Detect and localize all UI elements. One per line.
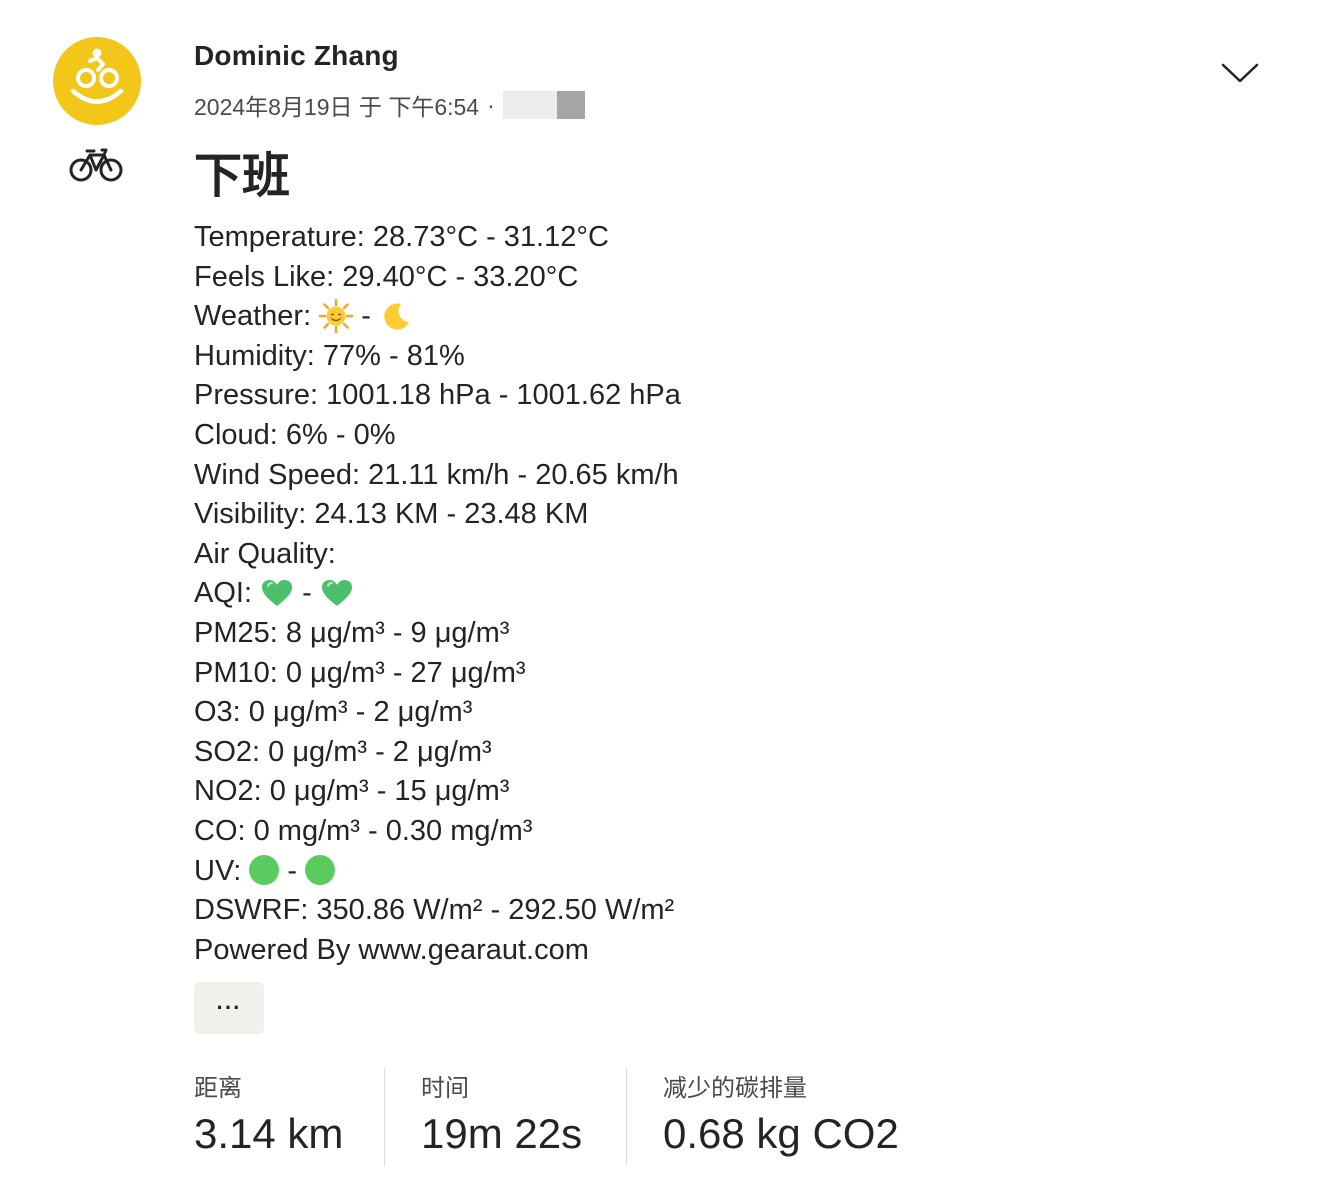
activity-title[interactable]: 下班: [194, 136, 290, 206]
stat-label: 距离: [194, 1074, 242, 1102]
chevron-down-icon[interactable]: [1220, 58, 1260, 88]
cyclist-smile-icon: [70, 48, 124, 104]
visibility-line: Visibility: 24.13 KM - 23.48 KM: [194, 498, 589, 531]
aqi-separator: -: [302, 577, 312, 610]
location-redacted: [502, 91, 585, 119]
activity-stats: 距离 3.14 km 时间 19m 22s 减少的碳排量 0.68 kg CO2: [194, 1068, 999, 1166]
activity-description: Temperature: 28.73°C - 31.12°C Feels Lik…: [194, 218, 1244, 970]
uv-line: UV: -: [194, 852, 1244, 892]
pm25-line: PM25: 8 μg/m³ - 9 μg/m³: [194, 616, 510, 649]
humidity-line: Humidity: 77% - 81%: [194, 339, 465, 372]
aqi-label: AQI:: [194, 577, 253, 610]
no2-line: NO2: 0 μg/m³ - 15 μg/m³: [194, 775, 510, 808]
feels-like-line: Feels Like: 29.40°C - 33.20°C: [194, 260, 579, 293]
air-quality-heading: Air Quality:: [194, 537, 336, 570]
athlete-name[interactable]: Dominic Zhang: [194, 40, 399, 72]
sun-face-icon: [319, 299, 354, 334]
pressure-line: Pressure: 1001.18 hPa - 1001.62 hPa: [194, 379, 681, 412]
aqi-line: AQI: -: [194, 574, 1244, 614]
stat-value: 3.14 km: [194, 1110, 344, 1157]
activity-datetime: 2024年8月19日 于 下午6:54: [194, 94, 480, 120]
weather-label: Weather:: [194, 300, 312, 333]
avatar[interactable]: [53, 37, 141, 125]
weather-separator: -: [361, 300, 371, 333]
stat-co2-saved: 减少的碳排量 0.68 kg CO2: [626, 1068, 999, 1166]
dswrf-line: DSWRF: 350.86 W/m² - 292.50 W/m²: [194, 894, 675, 927]
green-heart-icon: [321, 580, 352, 607]
weather-line: Weather: -: [194, 297, 1244, 337]
stat-value: 19m 22s: [421, 1110, 583, 1157]
cloud-line: Cloud: 6% - 0%: [194, 418, 396, 451]
meta-separator: ·: [487, 91, 495, 118]
stat-time: 时间 19m 22s: [384, 1068, 626, 1166]
bicycle-icon: [69, 148, 123, 182]
uv-separator: -: [287, 854, 298, 887]
co-line: CO: 0 mg/m³ - 0.30 mg/m³: [194, 814, 533, 847]
o3-line: O3: 0 μg/m³ - 2 μg/m³: [194, 696, 473, 729]
stat-label: 减少的碳排量: [663, 1074, 807, 1102]
powered-by-line: Powered By www.gearaut.com: [194, 933, 589, 966]
stat-label: 时间: [421, 1074, 469, 1102]
activity-meta: 2024年8月19日 于 下午6:54 ·: [194, 88, 585, 122]
green-heart-icon: [262, 580, 293, 607]
pm10-line: PM10: 0 μg/m³ - 27 μg/m³: [194, 656, 526, 689]
green-circle-icon: [305, 854, 336, 885]
wind-speed-line: Wind Speed: 21.11 km/h - 20.65 km/h: [194, 458, 679, 491]
green-circle-icon: [249, 854, 280, 885]
stat-value: 0.68 kg CO2: [663, 1110, 899, 1157]
so2-line: SO2: 0 μg/m³ - 2 μg/m³: [194, 735, 492, 768]
activity-card: Dominic Zhang 2024年8月19日 于 下午6:54 · 下班 T…: [0, 0, 1319, 1189]
temperature-line: Temperature: 28.73°C - 31.12°C: [194, 221, 609, 253]
uv-label: UV:: [194, 854, 242, 887]
stat-distance: 距离 3.14 km: [194, 1068, 384, 1166]
more-button[interactable]: ···: [194, 982, 264, 1034]
crescent-moon-icon: [384, 303, 409, 330]
